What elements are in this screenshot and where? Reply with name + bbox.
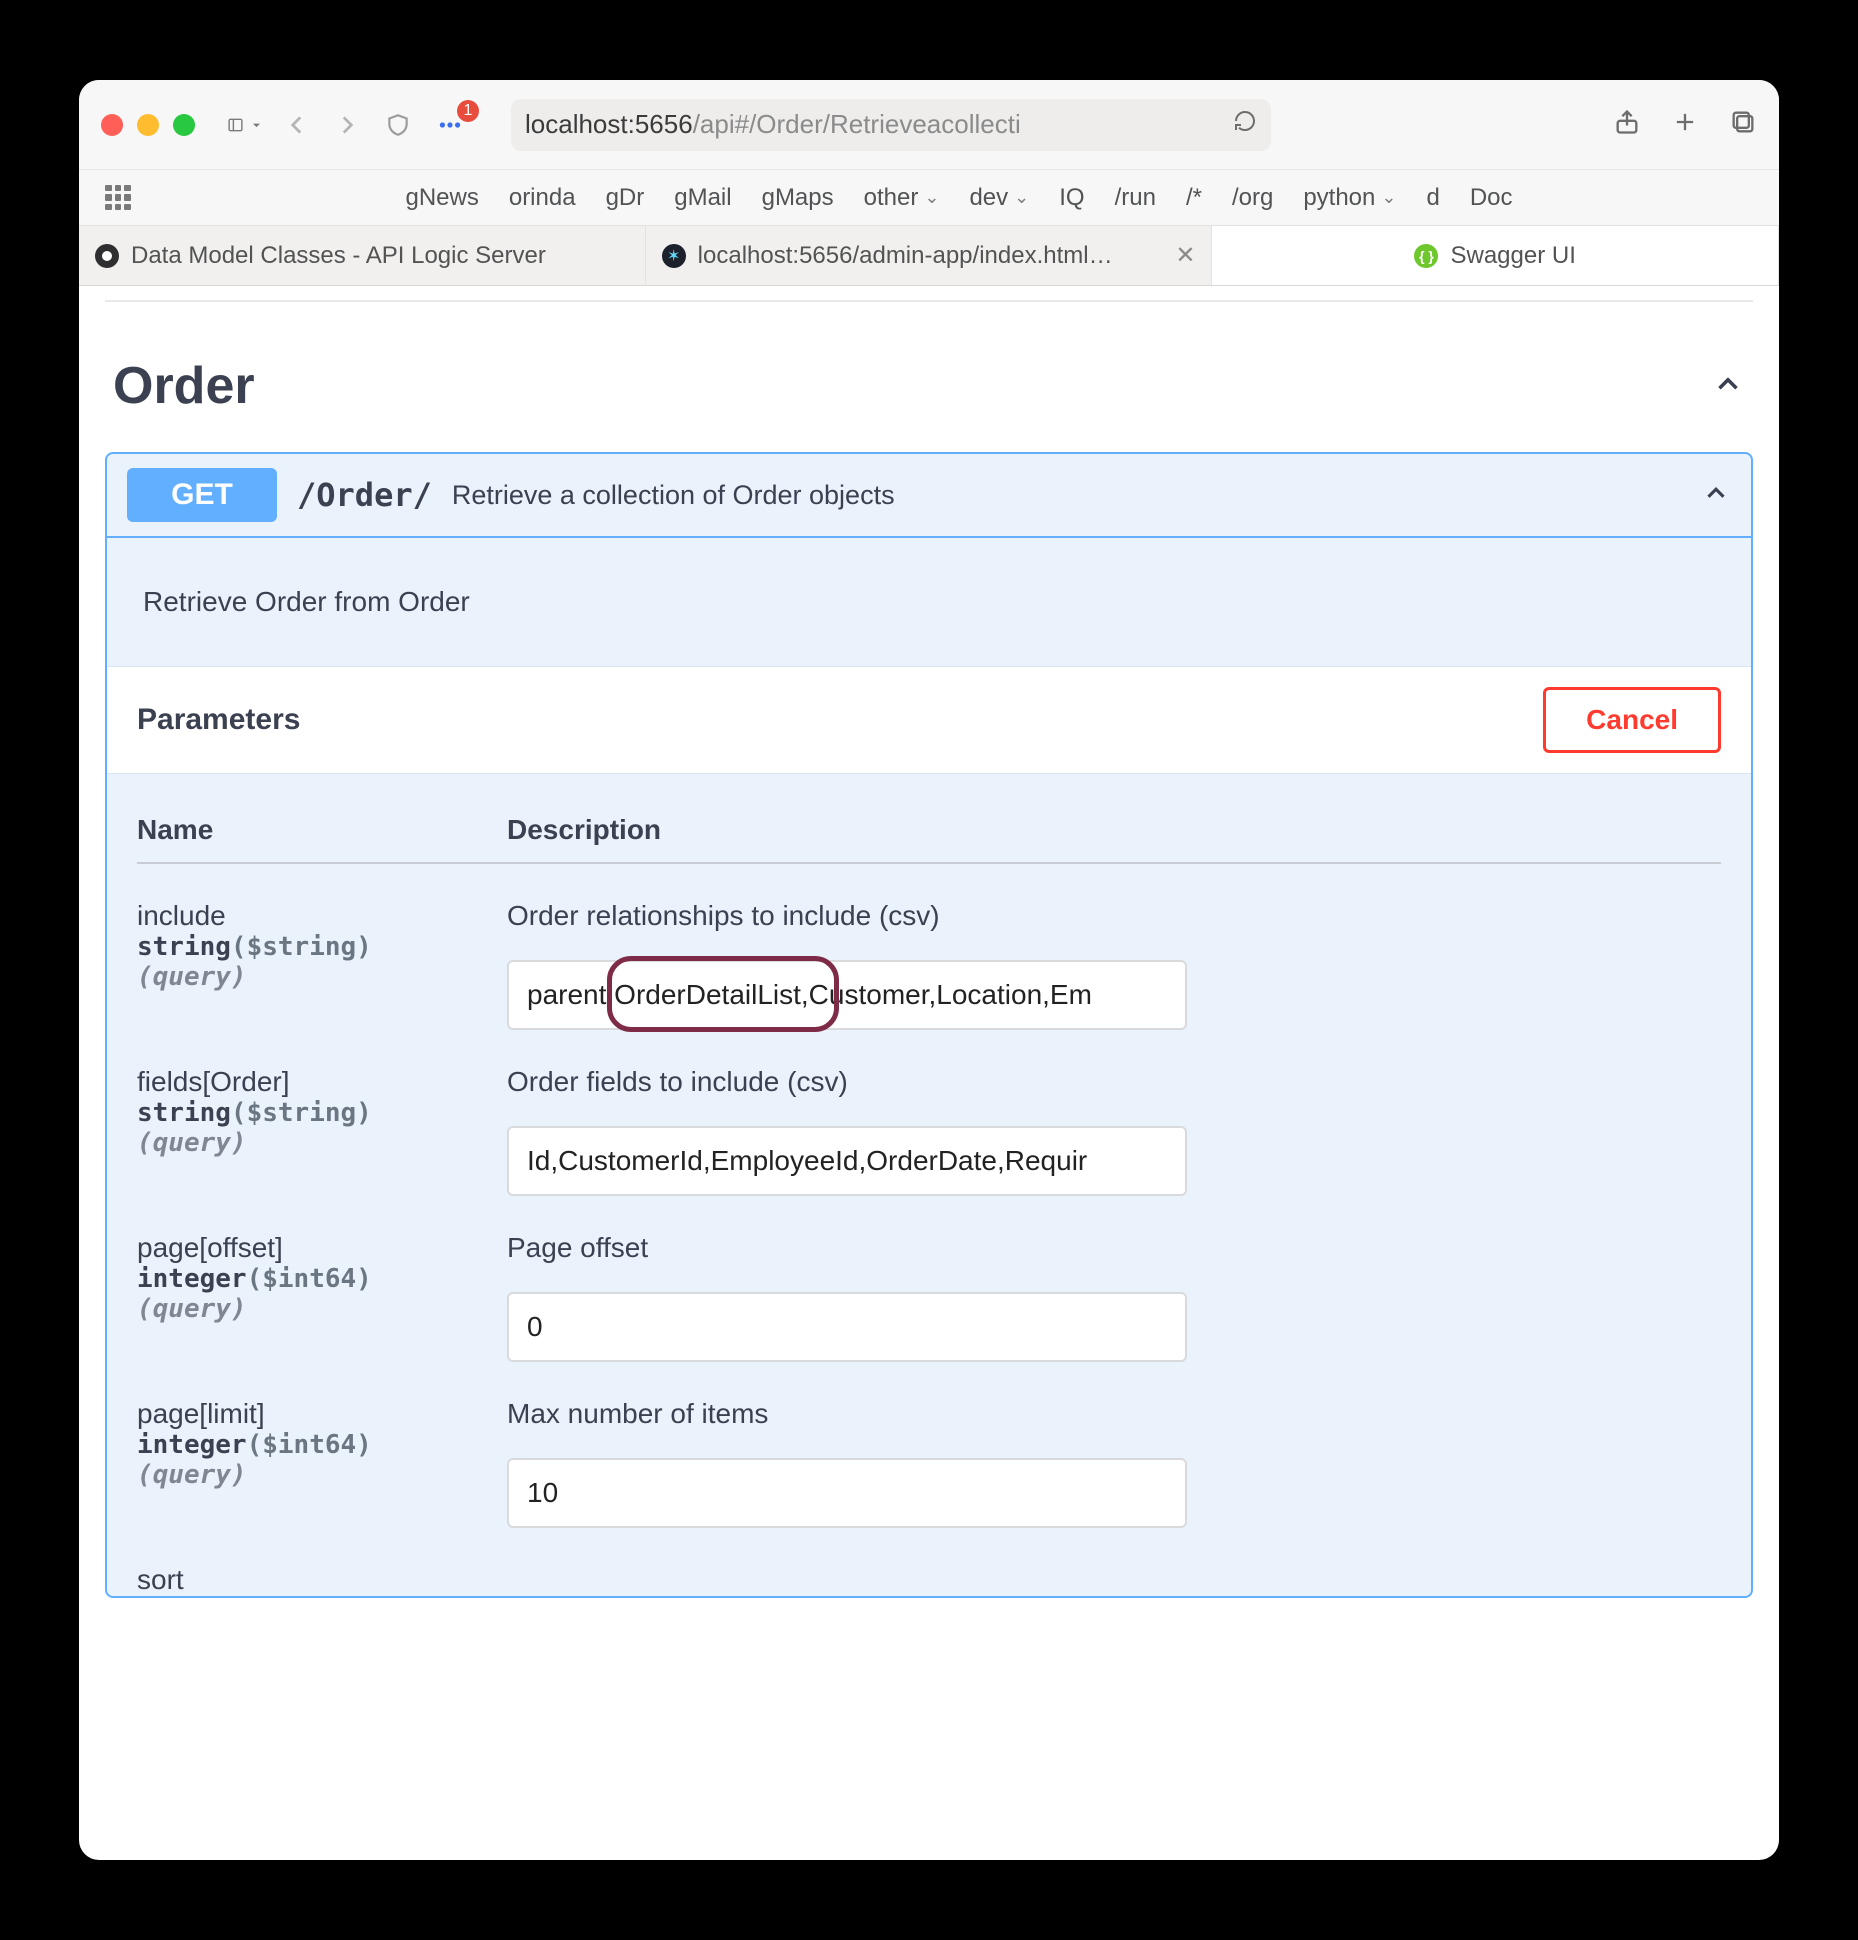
sidebar-toggle-button[interactable] xyxy=(227,110,265,140)
parameter-name-cell: fields[Order] string($string) (query) xyxy=(137,1066,487,1196)
tab-strip: Data Model Classes - API Logic Server ✶ … xyxy=(79,226,1779,286)
bookmark-item[interactable]: IQ xyxy=(1059,184,1084,212)
titlebar: 1 localhost:5656/api#/Order/Retrieveacol… xyxy=(79,80,1779,170)
back-button[interactable] xyxy=(279,110,315,140)
bookmark-item[interactable]: /run xyxy=(1115,184,1156,212)
parameter-desc-cell: Order relationships to include (csv) xyxy=(507,900,1721,1030)
chevron-up-icon[interactable] xyxy=(1711,367,1745,406)
window-controls xyxy=(101,114,195,136)
new-tab-icon[interactable] xyxy=(1671,108,1699,141)
section-header[interactable]: Order xyxy=(105,326,1753,452)
privacy-shield-icon[interactable] xyxy=(379,110,417,140)
operation-description: Retrieve a collection of Order objects xyxy=(452,480,895,511)
parameter-name-cell: page[limit] integer($int64) (query) xyxy=(137,1398,487,1528)
tab-label: Swagger UI xyxy=(1450,242,1575,270)
table-header: Name Description xyxy=(137,814,1721,864)
url-bar[interactable]: localhost:5656/api#/Order/Retrieveacolle… xyxy=(511,99,1271,151)
bookmark-folder[interactable]: python⌄ xyxy=(1303,184,1396,212)
tab-label: localhost:5656/admin-app/index.html… xyxy=(698,242,1113,270)
operation-block: GET /Order/ Retrieve a collection of Ord… xyxy=(105,452,1753,1598)
browser-tab[interactable]: { } Swagger UI xyxy=(1212,226,1779,285)
parameter-row: include string($string) (query) Order re… xyxy=(137,864,1721,1030)
parameter-row: page[limit] integer($int64) (query) Max … xyxy=(137,1362,1721,1528)
bookmark-folder[interactable]: dev⌄ xyxy=(969,184,1029,212)
bookmark-item[interactable]: orinda xyxy=(509,184,576,212)
page-content: Order GET /Order/ Retrieve a collection … xyxy=(79,286,1779,1860)
titlebar-right xyxy=(1613,108,1757,141)
operation-summary[interactable]: GET /Order/ Retrieve a collection of Ord… xyxy=(107,454,1751,538)
browser-tab[interactable]: ✶ localhost:5656/admin-app/index.html… ✕ xyxy=(646,226,1213,285)
favicon-icon: ✶ xyxy=(662,244,686,268)
bookmark-item[interactable]: /org xyxy=(1232,184,1273,212)
parameters-header: Parameters Cancel xyxy=(107,666,1751,774)
operation-body: Retrieve Order from Order Parameters Can… xyxy=(107,538,1751,1596)
bookmark-item[interactable]: gMaps xyxy=(762,184,834,212)
parameter-input[interactable] xyxy=(507,960,1187,1030)
apps-grid-icon[interactable] xyxy=(105,185,131,211)
parameter-name-cell: page[offset] integer($int64) (query) xyxy=(137,1232,487,1362)
parameter-row: page[offset] integer($int64) (query) Pag… xyxy=(137,1196,1721,1362)
parameter-input[interactable] xyxy=(507,1292,1187,1362)
share-icon[interactable] xyxy=(1613,108,1641,141)
parameter-desc-cell: Order fields to include (csv) xyxy=(507,1066,1721,1196)
favicon-icon: { } xyxy=(1414,244,1438,268)
http-method-badge: GET xyxy=(127,468,277,522)
extensions-button[interactable]: 1 xyxy=(431,110,469,140)
section-title: Order xyxy=(113,356,255,416)
close-window-button[interactable] xyxy=(101,114,123,136)
parameter-input[interactable] xyxy=(507,1458,1187,1528)
parameters-table: Name Description include string($string)… xyxy=(107,774,1751,1596)
column-name: Name xyxy=(137,814,487,846)
close-tab-icon[interactable]: ✕ xyxy=(1175,241,1195,270)
browser-window: 1 localhost:5656/api#/Order/Retrieveacol… xyxy=(79,80,1779,1860)
operation-path: /Order/ xyxy=(297,476,432,514)
bookmarks-bar: gNews orinda gDr gMail gMaps other⌄ dev⌄… xyxy=(79,170,1779,226)
chevron-up-icon[interactable] xyxy=(1701,478,1731,513)
bookmark-item[interactable]: gDr xyxy=(606,184,645,212)
forward-button[interactable] xyxy=(329,110,365,140)
bookmark-item[interactable]: Doc xyxy=(1470,184,1513,212)
url-host: localhost:5656 xyxy=(525,109,693,140)
parameter-desc-cell: Page offset xyxy=(507,1232,1721,1362)
favicon-icon xyxy=(95,244,119,268)
tabs-overview-icon[interactable] xyxy=(1729,108,1757,141)
bookmark-folder[interactable]: other⌄ xyxy=(864,184,940,212)
fullscreen-window-button[interactable] xyxy=(173,114,195,136)
tab-label: Data Model Classes - API Logic Server xyxy=(131,242,546,270)
cancel-button[interactable]: Cancel xyxy=(1543,687,1721,753)
bookmark-item[interactable]: gMail xyxy=(674,184,731,212)
operation-note: Retrieve Order from Order xyxy=(107,538,1751,666)
minimize-window-button[interactable] xyxy=(137,114,159,136)
parameter-name-cell: sort xyxy=(137,1528,487,1596)
parameters-label: Parameters xyxy=(137,703,300,737)
divider xyxy=(105,300,1753,302)
bookmark-item[interactable]: d xyxy=(1426,184,1439,212)
browser-tab[interactable]: Data Model Classes - API Logic Server xyxy=(79,226,646,285)
reload-icon[interactable] xyxy=(1233,109,1257,140)
bookmark-item[interactable]: gNews xyxy=(405,184,478,212)
parameter-row: fields[Order] string($string) (query) Or… xyxy=(137,1030,1721,1196)
column-description: Description xyxy=(507,814,1721,846)
url-path: /api#/Order/Retrieveacollecti xyxy=(693,109,1021,140)
parameter-desc-cell: Max number of items xyxy=(507,1398,1721,1528)
parameter-input[interactable] xyxy=(507,1126,1187,1196)
bookmark-item[interactable]: /* xyxy=(1186,184,1202,212)
parameter-name-cell: include string($string) (query) xyxy=(137,900,487,1030)
notification-badge: 1 xyxy=(457,100,479,122)
